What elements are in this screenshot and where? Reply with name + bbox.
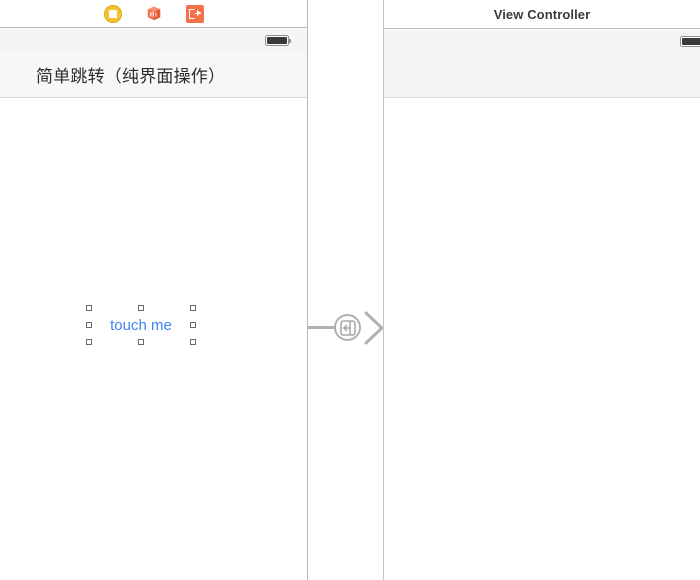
first-responder-icon[interactable] bbox=[145, 5, 163, 23]
scene-right[interactable]: View Controller bbox=[383, 0, 700, 580]
show-segue[interactable] bbox=[308, 308, 384, 348]
segue-arrowhead-icon bbox=[363, 310, 385, 346]
show-segue-icon bbox=[339, 319, 356, 336]
resize-handle-top-right[interactable] bbox=[190, 305, 196, 311]
scene-title-right: View Controller bbox=[493, 6, 591, 22]
scene-dock-left[interactable] bbox=[0, 0, 307, 28]
battery-icon bbox=[265, 35, 291, 46]
scene-title-bar-right[interactable]: View Controller bbox=[384, 0, 700, 29]
battery-icon bbox=[680, 36, 700, 47]
storyboard-canvas[interactable]: 简单跳转（纯界面操作） touch me View Controller bbox=[0, 0, 700, 580]
touch-me-button[interactable]: touch me bbox=[86, 305, 196, 345]
scene-left[interactable]: 简单跳转（纯界面操作） touch me bbox=[0, 0, 308, 580]
resize-handle-bottom-left[interactable] bbox=[86, 339, 92, 345]
status-bar-right bbox=[384, 30, 700, 98]
scene-body-right[interactable] bbox=[384, 99, 700, 580]
exit-arrow-icon bbox=[197, 10, 201, 17]
resize-handle-top-left[interactable] bbox=[86, 305, 92, 311]
navigation-bar-title: 简单跳转（纯界面操作） bbox=[36, 67, 226, 86]
resize-handle-middle-right[interactable] bbox=[190, 322, 196, 328]
touch-me-button-label: touch me bbox=[110, 316, 172, 334]
resize-handle-middle-left[interactable] bbox=[86, 322, 92, 328]
resize-handle-bottom-center[interactable] bbox=[138, 339, 144, 345]
view-controller-icon[interactable] bbox=[103, 4, 122, 23]
scene-body-left[interactable]: touch me bbox=[0, 98, 307, 580]
resize-handle-top-center[interactable] bbox=[138, 305, 144, 311]
status-bar-left bbox=[0, 29, 307, 52]
navigation-bar-left[interactable]: 简单跳转（纯界面操作） bbox=[0, 52, 307, 98]
resize-handle-bottom-right[interactable] bbox=[190, 339, 196, 345]
exit-icon[interactable] bbox=[185, 4, 204, 23]
